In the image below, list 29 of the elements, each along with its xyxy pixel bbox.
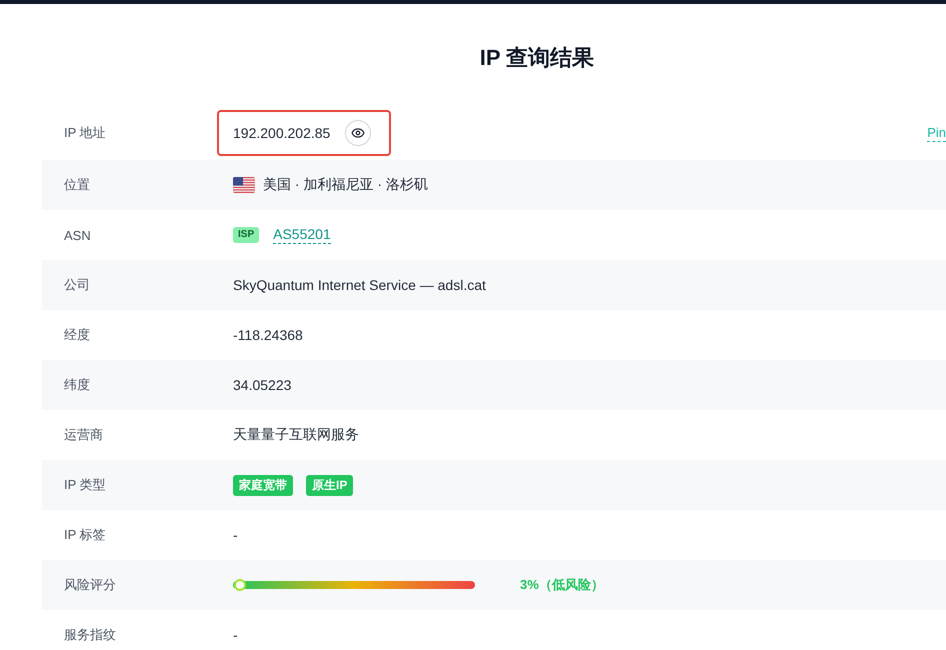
- field-label: 风险评分: [63, 576, 117, 594]
- page-title: IP 查询结果: [480, 44, 594, 72]
- value-text: -: [233, 627, 238, 643]
- eye-icon: [351, 126, 366, 140]
- ip-type-tag: 家庭宽带: [233, 474, 293, 496]
- field-label: 纬度: [63, 376, 91, 394]
- isp-badge: ISP: [233, 227, 260, 243]
- location-text: 美国 · 加利福尼亚 · 洛杉矶: [263, 176, 428, 194]
- field-label: IP 标签: [63, 526, 107, 544]
- ip-type-tag: 原生IP: [306, 474, 354, 496]
- field-label: IP 类型: [63, 476, 107, 494]
- flag-icon: [233, 177, 255, 193]
- value-text: -118.24368: [233, 327, 303, 343]
- ip-address-text: 192.200.202.85: [233, 125, 330, 141]
- value-text: SkyQuantum Internet Service — adsl.cat: [233, 277, 486, 293]
- value-text: 天量量子互联网服务: [233, 426, 359, 444]
- value-text: 34.05223: [233, 377, 292, 393]
- asn-link[interactable]: AS55201: [273, 226, 331, 244]
- field-label: 经度: [63, 326, 91, 344]
- field-label: 公司: [63, 276, 91, 294]
- field-label: IP 地址: [63, 124, 107, 142]
- value-text: -: [233, 527, 238, 543]
- risk-score-reading: 3%（低风险）: [520, 576, 604, 594]
- field-label: 位置: [63, 176, 91, 194]
- show-ip-button[interactable]: [345, 120, 372, 146]
- field-label: 运营商: [63, 426, 104, 444]
- field-label: 服务指纹: [63, 626, 117, 644]
- field-label: ASN: [63, 228, 92, 242]
- side-link[interactable]: Pin: [927, 124, 946, 142]
